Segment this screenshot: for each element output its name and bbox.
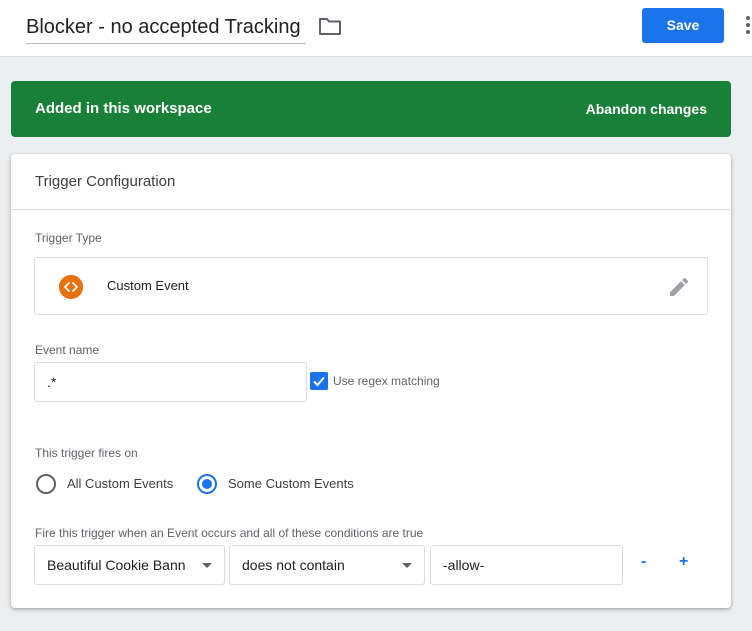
abandon-changes-button[interactable]: Abandon changes: [586, 101, 707, 117]
chevron-down-icon: [202, 563, 212, 568]
condition-value-input[interactable]: -allow-: [430, 545, 623, 585]
remove-condition-button[interactable]: -: [641, 553, 646, 571]
regex-checkbox[interactable]: [310, 372, 328, 390]
condition-operator-value: does not contain: [242, 557, 345, 573]
chevron-down-icon: [402, 563, 412, 568]
add-condition-button[interactable]: +: [679, 553, 688, 571]
event-name-input[interactable]: .*: [34, 362, 307, 402]
trigger-type-label: Trigger Type: [35, 231, 102, 245]
trigger-type-name: Custom Event: [107, 278, 189, 293]
card-header: Trigger Configuration: [11, 154, 731, 210]
condition-variable-value: Beautiful Cookie Banner: [47, 557, 185, 573]
top-bar: Blocker - no accepted Tracking Save: [0, 0, 752, 57]
radio-some-custom-events-label: Some Custom Events: [228, 476, 354, 491]
trigger-type-selector[interactable]: Custom Event: [34, 257, 708, 315]
radio-all-custom-events-label: All Custom Events: [67, 476, 174, 491]
folder-icon[interactable]: [318, 15, 342, 37]
regex-checkbox-label: Use regex matching: [333, 374, 440, 388]
more-vertical-icon[interactable]: [744, 16, 752, 36]
condition-variable-select[interactable]: Beautiful Cookie Banner: [34, 545, 225, 585]
event-name-label: Event name: [35, 343, 100, 357]
card-title: Trigger Configuration: [35, 173, 176, 190]
radio-some-custom-events[interactable]: [197, 474, 217, 494]
pencil-icon[interactable]: [667, 275, 691, 299]
trigger-configuration-card: Trigger Configuration Trigger Type Custo…: [11, 154, 731, 608]
fires-on-label: This trigger fires on: [35, 446, 138, 460]
conditions-label: Fire this trigger when an Event occurs a…: [35, 526, 424, 540]
radio-all-custom-events[interactable]: [36, 474, 56, 494]
banner-message: Added in this workspace: [35, 100, 212, 117]
workspace-status-banner: Added in this workspace Abandon changes: [11, 81, 731, 137]
save-button[interactable]: Save: [642, 8, 724, 43]
trigger-name-input[interactable]: Blocker - no accepted Tracking: [26, 14, 306, 44]
custom-event-icon: [59, 275, 83, 299]
condition-operator-select[interactable]: does not contain: [229, 545, 425, 585]
